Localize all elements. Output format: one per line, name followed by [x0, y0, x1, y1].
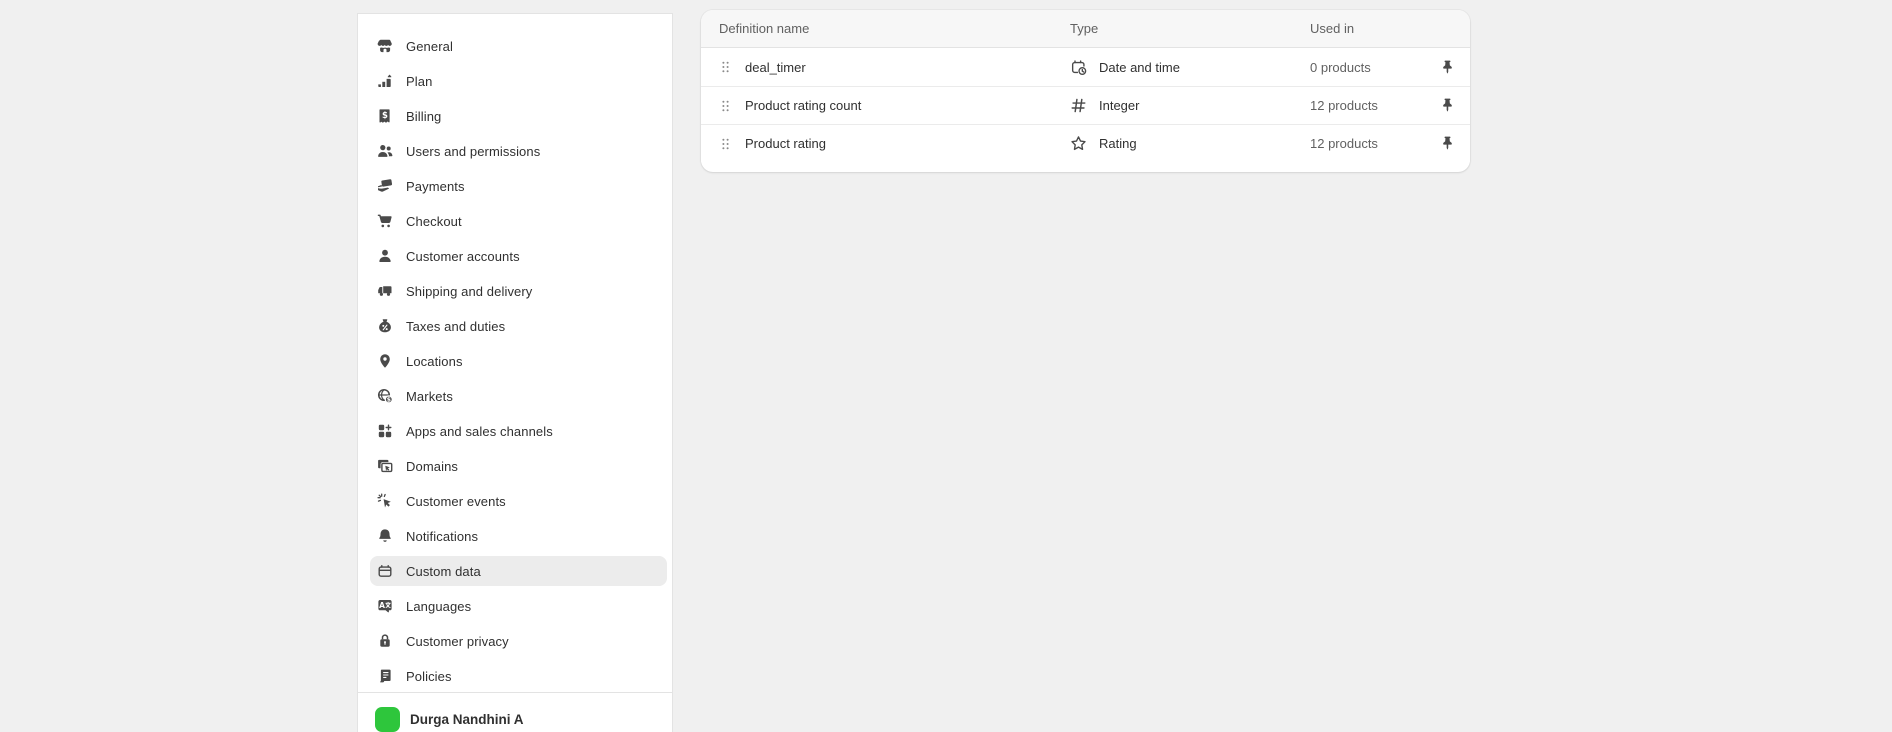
- sidebar-item-general[interactable]: General: [370, 31, 667, 61]
- sidebar-item-shipping-and-delivery[interactable]: Shipping and delivery: [370, 276, 667, 306]
- used-in-count: 12 products: [1310, 98, 1439, 113]
- payments-icon: [376, 178, 393, 195]
- definition-type: Rating: [1070, 135, 1310, 152]
- drag-handle-icon[interactable]: [719, 60, 745, 74]
- sidebar-item-label: Shipping and delivery: [406, 284, 532, 299]
- sidebar-item-locations[interactable]: Locations: [370, 346, 667, 376]
- sidebar-item-plan[interactable]: Plan: [370, 66, 667, 96]
- definition-type-label: Date and time: [1099, 60, 1180, 75]
- sidebar-item-customer-privacy[interactable]: Customer privacy: [370, 626, 667, 656]
- apps-icon: [376, 423, 393, 440]
- account-name: Durga Nandhini A: [410, 712, 524, 727]
- sidebar-item-label: Apps and sales channels: [406, 424, 553, 439]
- pin-icon[interactable]: [1439, 135, 1470, 152]
- sidebar-item-domains[interactable]: Domains: [370, 451, 667, 481]
- drag-handle-icon[interactable]: [719, 99, 745, 113]
- calendar-clock-icon: [1070, 59, 1087, 76]
- pin-icon[interactable]: [1439, 97, 1470, 114]
- sidebar-item-notifications[interactable]: Notifications: [370, 521, 667, 551]
- sidebar-item-markets[interactable]: $ Markets: [370, 381, 667, 411]
- location-pin-icon: [376, 353, 393, 370]
- avatar: [375, 707, 400, 732]
- sidebar-item-customer-accounts[interactable]: Customer accounts: [370, 241, 667, 271]
- account-menu-item[interactable]: Durga Nandhini A: [358, 692, 672, 732]
- custom-data-icon: [376, 563, 393, 580]
- tax-bag-icon: [376, 318, 393, 335]
- pin-icon[interactable]: [1439, 59, 1470, 76]
- plan-icon: [376, 73, 393, 90]
- sidebar-item-label: Languages: [406, 599, 471, 614]
- sidebar-item-label: Markets: [406, 389, 453, 404]
- sidebar-item-label: Billing: [406, 109, 441, 124]
- sidebar-item-label: Domains: [406, 459, 458, 474]
- sidebar-item-checkout[interactable]: Checkout: [370, 206, 667, 236]
- billing-icon: $: [376, 108, 393, 125]
- definition-name: deal_timer: [745, 60, 1070, 75]
- column-header-used-in: Used in: [1310, 21, 1470, 36]
- used-in-count: 0 products: [1310, 60, 1439, 75]
- sidebar-item-label: Customer accounts: [406, 249, 520, 264]
- definition-row-deal-timer[interactable]: deal_timer Date and time 0 products: [701, 48, 1470, 86]
- sidebar-item-label: General: [406, 39, 453, 54]
- definition-type-label: Rating: [1099, 136, 1137, 151]
- sidebar-item-users-and-permissions[interactable]: Users and permissions: [370, 136, 667, 166]
- storefront-icon: [376, 38, 393, 55]
- settings-sidebar: General Plan $ Billing Users and permissions…: [357, 13, 673, 732]
- definition-type: Integer: [1070, 97, 1310, 114]
- sidebar-item-taxes-and-duties[interactable]: Taxes and duties: [370, 311, 667, 341]
- globe-dollar-icon: $: [376, 388, 393, 405]
- svg-text:$: $: [382, 111, 388, 121]
- definition-type: Date and time: [1070, 59, 1310, 76]
- sidebar-item-label: Checkout: [406, 214, 462, 229]
- sidebar-item-billing[interactable]: $ Billing: [370, 101, 667, 131]
- table-body: deal_timer Date and time 0 products Product…: [701, 48, 1470, 162]
- definition-type-label: Integer: [1099, 98, 1139, 113]
- sidebar-item-apps-and-sales-channels[interactable]: Apps and sales channels: [370, 416, 667, 446]
- sidebar-item-label: Notifications: [406, 529, 478, 544]
- definition-name: Product rating: [745, 136, 1070, 151]
- drag-handle-icon[interactable]: [719, 137, 745, 151]
- sidebar-item-customer-events[interactable]: Customer events: [370, 486, 667, 516]
- lock-icon: [376, 633, 393, 650]
- settings-nav-list: General Plan $ Billing Users and permissions…: [358, 14, 672, 692]
- sidebar-item-label: Payments: [406, 179, 465, 194]
- svg-text:$: $: [386, 397, 390, 404]
- column-header-definition-name: Definition name: [701, 21, 1070, 36]
- sidebar-item-label: Custom data: [406, 564, 481, 579]
- sidebar-item-label: Policies: [406, 669, 452, 684]
- bell-icon: [376, 528, 393, 545]
- cursor-click-icon: [376, 493, 393, 510]
- sidebar-item-label: Customer events: [406, 494, 506, 509]
- sidebar-item-label: Plan: [406, 74, 432, 89]
- definition-name: Product rating count: [745, 98, 1070, 113]
- sidebar-item-label: Customer privacy: [406, 634, 509, 649]
- sidebar-item-languages[interactable]: A Languages: [370, 591, 667, 621]
- definition-row-product-rating-count[interactable]: Product rating count Integer 12 products: [701, 86, 1470, 124]
- metafield-definitions-card: Definition name Type Used in deal_timer D…: [701, 10, 1470, 172]
- sidebar-item-label: Users and permissions: [406, 144, 540, 159]
- sidebar-item-label: Locations: [406, 354, 463, 369]
- column-header-type: Type: [1070, 21, 1310, 36]
- svg-text:A: A: [379, 601, 385, 610]
- star-icon: [1070, 135, 1087, 152]
- table-header-row: Definition name Type Used in: [701, 10, 1470, 48]
- hash-icon: [1070, 97, 1087, 114]
- sidebar-item-custom-data[interactable]: Custom data: [370, 556, 667, 586]
- cart-icon: [376, 213, 393, 230]
- users-icon: [376, 143, 393, 160]
- policies-icon: [376, 668, 393, 685]
- definition-row-product-rating[interactable]: Product rating Rating 12 products: [701, 124, 1470, 162]
- domains-icon: [376, 458, 393, 475]
- truck-icon: [376, 283, 393, 300]
- used-in-count: 12 products: [1310, 136, 1439, 151]
- person-icon: [376, 248, 393, 265]
- languages-icon: A: [376, 598, 393, 615]
- sidebar-item-payments[interactable]: Payments: [370, 171, 667, 201]
- sidebar-item-policies[interactable]: Policies: [370, 661, 667, 691]
- sidebar-item-label: Taxes and duties: [406, 319, 505, 334]
